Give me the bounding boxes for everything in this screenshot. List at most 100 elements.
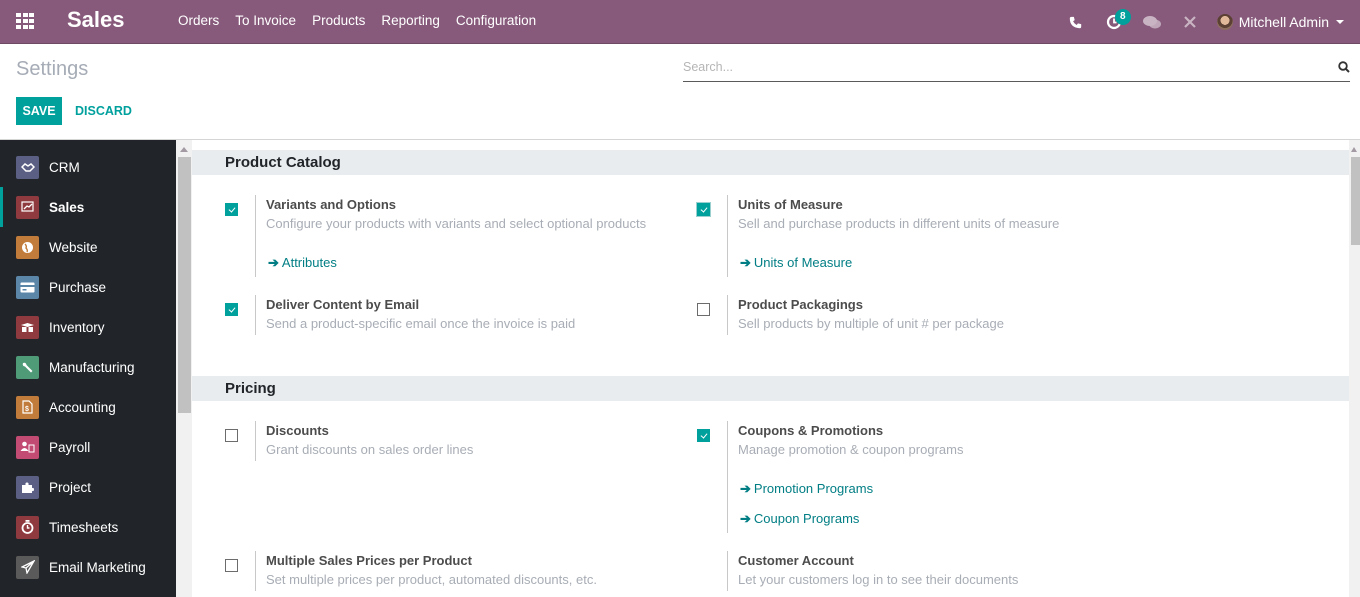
scrollbar-thumb[interactable] [1351, 157, 1360, 245]
menu-reporting[interactable]: Reporting [373, 0, 448, 44]
menu-products[interactable]: Products [304, 0, 373, 44]
discounts-checkbox[interactable] [225, 429, 238, 442]
setting-description: Sell and purchase products in different … [738, 216, 1060, 231]
sidebar-item-label: Inventory [49, 319, 105, 335]
apps-menu-icon[interactable] [16, 13, 34, 29]
sidebar-item-sales[interactable]: Sales [0, 187, 176, 227]
search-icon[interactable] [1338, 61, 1350, 76]
setting-title: Product Packagings [738, 297, 863, 312]
activity-clock-icon[interactable]: 8 [1095, 0, 1133, 44]
sidebar-item-payroll[interactable]: Payroll [0, 427, 176, 467]
search-bar [683, 55, 1350, 82]
discard-button[interactable]: DISCARD [75, 97, 132, 125]
sidebar-item-label: Accounting [49, 399, 116, 415]
setting-description: Configure your products with variants an… [266, 216, 647, 231]
svg-text:$: $ [25, 406, 29, 413]
setting-description: Grant discounts on sales order lines [266, 442, 474, 457]
sidebar-item-label: Timesheets [49, 519, 119, 535]
product-packagings-checkbox[interactable] [697, 303, 710, 316]
sidebar-item-website[interactable]: Website [0, 227, 176, 267]
chat-bubbles-icon[interactable] [1133, 0, 1171, 44]
sidebar-item-project[interactable]: Project [0, 467, 176, 507]
paper-plane-icon [16, 555, 39, 579]
page-title: Settings [16, 58, 89, 80]
sidebar-item-crm[interactable]: CRM [0, 147, 176, 187]
scrollbar-thumb[interactable] [178, 157, 191, 413]
deliver-content-email-checkbox[interactable] [225, 303, 238, 316]
app-brand[interactable]: Sales [67, 7, 125, 33]
handshake-icon [16, 155, 39, 179]
main-menu: Orders To Invoice Products Reporting Con… [170, 0, 544, 44]
control-panel: Settings SAVE DISCARD [0, 44, 1360, 140]
top-navbar: Sales Orders To Invoice Products Reporti… [0, 0, 1360, 44]
section-header-pricing: Pricing [192, 376, 1349, 401]
puzzle-icon [16, 475, 39, 499]
sidebar-item-manufacturing[interactable]: Manufacturing [0, 347, 176, 387]
setting-title: Variants and Options [266, 197, 397, 212]
promotion-programs-link[interactable]: ➔ Promotion Programs [738, 480, 963, 498]
setting-title: Multiple Sales Prices per Product [266, 553, 472, 568]
arrow-right-icon: ➔ [740, 511, 751, 526]
section-header-product-catalog: Product Catalog [192, 150, 1349, 175]
variants-options-checkbox[interactable] [225, 203, 238, 216]
setting-description: Set multiple prices per product, automat… [266, 572, 597, 587]
units-of-measure-checkbox[interactable] [697, 203, 710, 216]
sidebar-item-label: Payroll [49, 439, 91, 455]
box-icon [16, 315, 39, 339]
sidebar-item-label: Project [49, 479, 92, 495]
sidebar-item-label: Purchase [49, 279, 107, 295]
user-menu[interactable]: Mitchell Admin [1209, 0, 1360, 44]
invoice-dollar-icon: $ [16, 395, 39, 419]
menu-to-invoice[interactable]: To Invoice [227, 0, 304, 44]
setting-description: Manage promotion & coupon programs [738, 442, 964, 457]
sales-chart-icon [16, 195, 39, 219]
save-button[interactable]: SAVE [16, 97, 62, 125]
search-input[interactable] [683, 55, 1323, 74]
settings-app-sidebar: CRM Sales Website Purchase Inventory Man… [0, 140, 176, 597]
sidebar-item-label: Sales [49, 199, 85, 215]
menu-orders[interactable]: Orders [170, 0, 227, 44]
sidebar-item-label: Website [49, 239, 98, 255]
sidebar-item-label: CRM [49, 159, 80, 175]
setting-title: Deliver Content by Email [266, 297, 420, 312]
setting-title: Units of Measure [738, 197, 843, 212]
setting-description: Sell products by multiple of unit # per … [738, 316, 1004, 331]
sidebar-item-label: Email Marketing [49, 559, 146, 575]
scroll-up-arrow-icon[interactable] [1351, 147, 1357, 152]
arrow-right-icon: ➔ [740, 481, 751, 496]
setting-title: Coupons & Promotions [738, 423, 884, 438]
chevron-down-icon [1336, 20, 1344, 24]
scroll-up-arrow-icon[interactable] [180, 147, 188, 152]
sidebar-item-purchase[interactable]: Purchase [0, 267, 176, 307]
content-scrollbar[interactable] [1349, 140, 1360, 597]
menu-configuration[interactable]: Configuration [448, 0, 544, 44]
user-name: Mitchell Admin [1238, 14, 1329, 30]
setting-title: Discounts [266, 423, 329, 438]
attributes-link[interactable]: ➔ Attributes [266, 254, 646, 272]
coupon-programs-link[interactable]: ➔ Coupon Programs [738, 510, 963, 528]
sidebar-scrollbar[interactable] [176, 140, 192, 597]
avatar [1216, 14, 1233, 30]
sidebar-item-timesheets[interactable]: Timesheets [0, 507, 176, 547]
arrow-right-icon: ➔ [740, 255, 751, 270]
multiple-sales-prices-checkbox[interactable] [225, 559, 238, 572]
globe-icon [16, 235, 39, 259]
stopwatch-icon [16, 515, 39, 539]
sidebar-item-inventory[interactable]: Inventory [0, 307, 176, 347]
setting-description: Let your customers log in to see their d… [738, 572, 1019, 587]
payroll-icon [16, 435, 39, 459]
systray: 8 Mitchell Admin [1057, 0, 1360, 44]
setting-description: Send a product-specific email once the i… [266, 316, 576, 331]
units-of-measure-link[interactable]: ➔ Units of Measure [738, 254, 1059, 272]
sidebar-item-email-marketing[interactable]: Email Marketing [0, 547, 176, 587]
coupons-promotions-checkbox[interactable] [697, 429, 710, 442]
activity-count-badge: 8 [1114, 9, 1131, 25]
phone-icon[interactable] [1057, 0, 1095, 44]
sidebar-item-accounting[interactable]: $ Accounting [0, 387, 176, 427]
setting-title: Customer Account [738, 553, 854, 568]
settings-content: Product Catalog Variants and Options Con… [192, 140, 1349, 597]
wrench-icon [16, 355, 39, 379]
debug-tools-icon[interactable] [1171, 0, 1209, 44]
sidebar-item-label: Manufacturing [49, 359, 135, 375]
credit-card-icon [16, 275, 39, 299]
